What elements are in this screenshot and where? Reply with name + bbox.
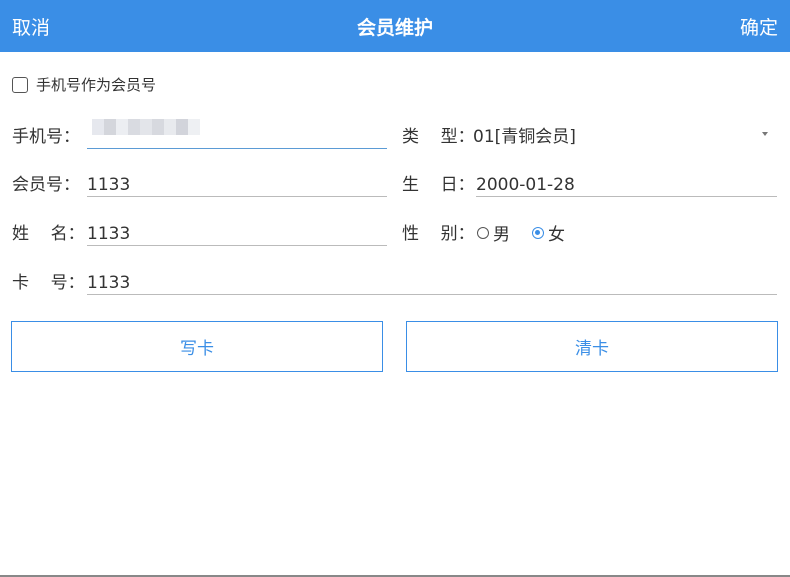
gender-option-female[interactable]: 女 — [532, 220, 565, 245]
page-title: 会员维护 — [356, 17, 433, 39]
gender-female-label: 女 — [548, 225, 565, 245]
birthday-input[interactable]: 2000-01-28 — [476, 175, 575, 195]
birthday-label: 生 日： — [402, 175, 475, 195]
type-label: 类 型： — [402, 127, 475, 147]
name-input[interactable]: 1133 — [87, 224, 130, 244]
card-no-field: 卡 号： 1133 — [12, 265, 777, 295]
radio-unselected-icon — [477, 226, 489, 239]
name-label: 姓 名： — [12, 224, 85, 244]
confirm-button[interactable]: 确定 — [740, 13, 778, 40]
gender-radio-group: 男 女 — [477, 220, 587, 245]
member-no-label: 会员号： — [12, 175, 80, 195]
birthday-field: 生 日： 2000-01-28 — [402, 167, 777, 197]
member-no-input[interactable]: 1133 — [87, 175, 130, 195]
card-no-label: 卡 号： — [12, 273, 85, 293]
name-underline — [87, 245, 387, 246]
name-field: 姓 名： 1133 — [12, 216, 387, 246]
phone-as-member-checkbox[interactable] — [12, 76, 28, 93]
phone-as-member-label: 手机号作为会员号 — [36, 76, 157, 94]
gender-option-male[interactable]: 男 — [477, 220, 510, 245]
gender-label: 性 别： — [402, 224, 475, 244]
phone-input[interactable] — [87, 148, 387, 149]
phone-label: 手机号： — [12, 127, 80, 147]
member-no-field: 会员号： 1133 — [12, 167, 387, 197]
radio-selected-icon — [532, 226, 544, 239]
birthday-underline — [476, 196, 777, 197]
clear-card-button[interactable]: 清卡 — [406, 321, 778, 372]
type-select[interactable]: 01[青铜会员] — [473, 122, 576, 147]
card-no-underline — [87, 294, 777, 295]
card-no-input[interactable]: 1133 — [87, 273, 130, 293]
header-bar: 取消 会员维护 确定 — [0, 0, 790, 52]
member-no-underline — [87, 196, 387, 197]
phone-field: 手机号： — [12, 119, 387, 149]
gender-male-label: 男 — [493, 225, 510, 245]
dropdown-arrow-icon[interactable] — [762, 132, 768, 136]
write-card-button[interactable]: 写卡 — [11, 321, 383, 372]
type-field: 类 型： 01[青铜会员] — [402, 119, 777, 149]
phone-as-member-checkbox-row[interactable]: 手机号作为会员号 — [12, 74, 156, 95]
gender-field: 性 别： 男 女 — [402, 216, 777, 246]
phone-value-obscured — [92, 119, 200, 137]
